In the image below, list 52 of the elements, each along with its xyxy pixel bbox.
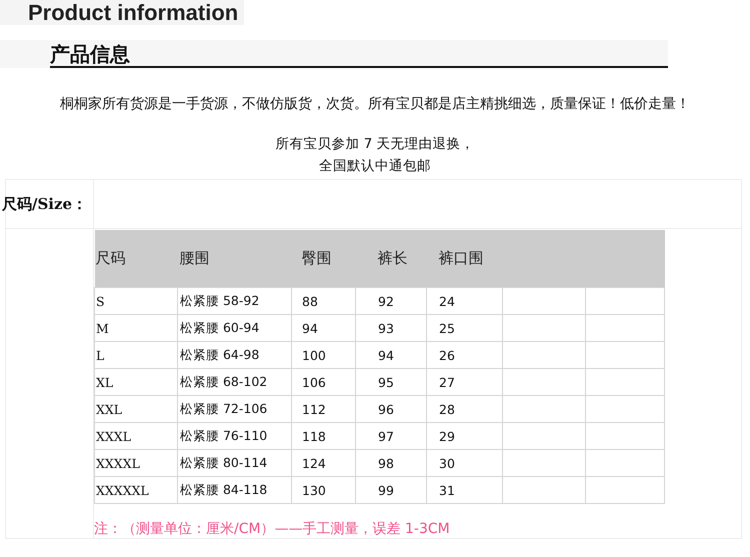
notice-text: 全国默认中通包邮	[318, 157, 432, 176]
notice-text: 所有宝贝参加 7 天无理由退换，	[274, 135, 476, 154]
table-cell: 24	[426, 288, 502, 314]
table-cell: 28	[426, 396, 502, 422]
table-cell: 94	[292, 314, 356, 342]
table-cell: XXXXXL	[94, 476, 178, 504]
table-cell: 松紧腰 72-106	[178, 396, 292, 422]
table-cell: 94	[356, 342, 426, 368]
table-cell: 30	[426, 450, 502, 476]
column-header: 臀围	[292, 230, 356, 288]
table-cell: XXXXL	[94, 450, 178, 476]
table-cell: 112	[292, 396, 356, 422]
column-header: 裤长	[356, 230, 426, 288]
table-cell: 97	[356, 422, 426, 450]
table-cell: 25	[426, 314, 502, 342]
table-cell: 松紧腰 76-110	[178, 422, 292, 450]
table-cell: 96	[356, 396, 426, 422]
table-cell: XXL	[94, 396, 178, 422]
table-cell: 31	[426, 476, 502, 504]
table-cell: 松紧腰 64-98	[178, 342, 292, 368]
table-cell: 100	[292, 342, 356, 368]
table-cell: 124	[292, 450, 356, 476]
table-cell: 106	[292, 368, 356, 396]
column-header: 裤口围	[426, 230, 502, 288]
size-label: 尺码/Size：	[2, 194, 88, 214]
column-header: 尺码	[94, 230, 178, 288]
table-cell: 99	[356, 476, 426, 504]
table-cell: 松紧腰 80-114	[178, 450, 292, 476]
table-cell: 松紧腰 84-118	[178, 476, 292, 504]
table-cell: 118	[292, 422, 356, 450]
table-cell: 130	[292, 476, 356, 504]
table-cell: XXXL	[94, 422, 178, 450]
table-cell: 26	[426, 342, 502, 368]
table-cell: XL	[94, 368, 178, 396]
table-cell: 29	[426, 422, 502, 450]
measurement-note: 注：（测量单位：厘米/CM）——手工测量，误差 1-3CM	[94, 520, 451, 538]
page-title: Product information	[0, 0, 244, 25]
table-cell: 92	[356, 288, 426, 314]
table-cell: L	[94, 342, 178, 368]
table-cell: 95	[356, 368, 426, 396]
table-cell: 松紧腰 68-102	[178, 368, 292, 396]
intro-text: 桐桐家所有货源是一手货源，不做仿版货，次货。所有宝贝都是店主精挑细选，质量保证！低价走量！	[59, 95, 691, 113]
table-cell: S	[94, 288, 178, 314]
table-cell: 松紧腰 60-94	[178, 314, 292, 342]
table-cell: 27	[426, 368, 502, 396]
table-cell: 88	[292, 288, 356, 314]
column-header: 腰围	[178, 230, 292, 288]
table-cell: 98	[356, 450, 426, 476]
table-cell: M	[94, 314, 178, 342]
section-title: 产品信息	[50, 42, 668, 68]
table-cell: 93	[356, 314, 426, 342]
table-cell: 松紧腰 58-92	[178, 288, 292, 314]
